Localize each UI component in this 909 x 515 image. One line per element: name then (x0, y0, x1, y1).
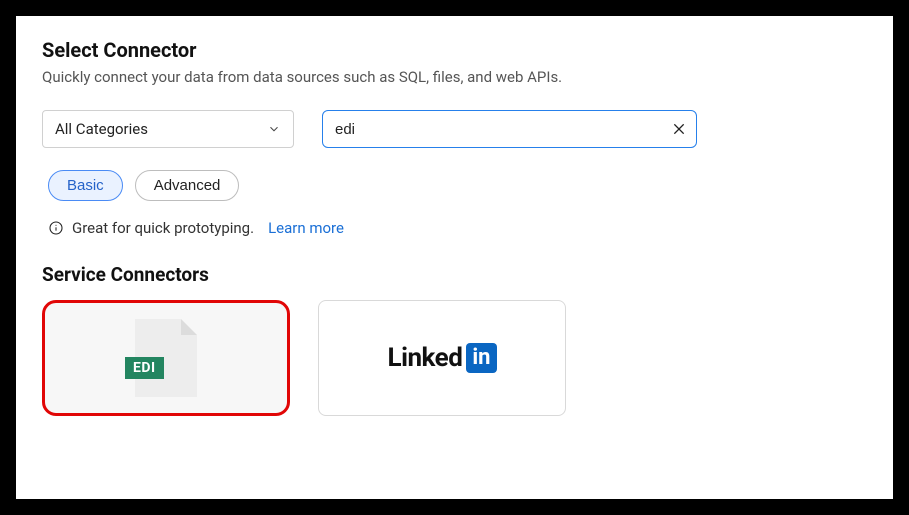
info-row: Great for quick prototyping. Learn more (48, 219, 867, 237)
linkedin-in-badge: in (466, 343, 496, 373)
connector-card-edi[interactable]: EDI (42, 300, 290, 416)
linkedin-text: Linked (388, 343, 463, 373)
page-title: Select Connector (42, 38, 867, 62)
search-field-wrap (322, 110, 697, 148)
connector-card-linkedin[interactable]: Linkedin (318, 300, 566, 416)
chevron-down-icon (267, 122, 281, 136)
connector-panel: Select Connector Quickly connect your da… (16, 16, 893, 499)
edi-badge: EDI (125, 357, 164, 379)
info-icon (48, 220, 64, 236)
connector-cards: EDI Linkedin (42, 300, 867, 416)
linkedin-logo: Linkedin (388, 343, 497, 373)
controls-row: All Categories (42, 110, 867, 148)
advanced-pill[interactable]: Advanced (135, 170, 240, 201)
edi-file-icon: EDI (135, 319, 197, 397)
close-icon (671, 121, 687, 137)
search-input[interactable] (323, 111, 662, 147)
info-text: Great for quick prototyping. (72, 219, 254, 237)
category-dropdown-label: All Categories (55, 120, 267, 138)
page-subtitle: Quickly connect your data from data sour… (42, 68, 867, 86)
clear-search-button[interactable] (662, 111, 696, 147)
category-dropdown[interactable]: All Categories (42, 110, 294, 148)
basic-pill[interactable]: Basic (48, 170, 123, 201)
file-fold-icon (181, 319, 197, 335)
mode-toggle: Basic Advanced (48, 170, 867, 201)
section-heading: Service Connectors (42, 263, 867, 286)
learn-more-link[interactable]: Learn more (268, 219, 344, 237)
